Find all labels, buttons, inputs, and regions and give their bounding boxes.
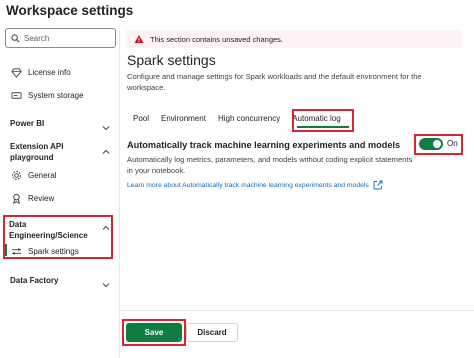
warning-text: This section contains unsaved changes.: [150, 34, 283, 44]
learn-more-link[interactable]: Learn more about Automatically track mac…: [127, 180, 383, 190]
sidebar-item-general[interactable]: General: [10, 169, 56, 181]
sidebar-item-system-storage[interactable]: System storage: [10, 89, 84, 101]
sidebar-item-license-info[interactable]: License info: [10, 66, 71, 78]
ribbon-icon: [10, 192, 22, 204]
sidebar-item-spark-settings[interactable]: Spark settings: [10, 245, 79, 257]
chevron-down-icon[interactable]: [102, 119, 110, 131]
search-input[interactable]: [24, 33, 114, 43]
chevron-up-icon[interactable]: [102, 143, 110, 154]
footer-divider: [120, 310, 474, 311]
sidebar-group-data-factory[interactable]: Data Factory: [10, 276, 58, 285]
discard-button[interactable]: Discard: [186, 323, 238, 342]
sidebar-group-extension-api[interactable]: Extension API playground: [10, 141, 64, 163]
warning-icon: [134, 34, 144, 44]
tab-pool[interactable]: Pool: [127, 113, 155, 133]
storage-icon: [10, 89, 22, 101]
sidebar-item-label: Review: [28, 193, 55, 203]
group-label-line2: playground: [10, 153, 54, 162]
sidebar-item-label: Spark settings: [28, 246, 79, 256]
active-indicator: [5, 244, 7, 256]
setting-description: Automatically log metrics, parameters, a…: [127, 155, 413, 175]
sidebar-group-power-bi[interactable]: Power BI: [10, 119, 44, 128]
sidebar-item-label: General: [28, 170, 57, 180]
sliders-icon: [10, 245, 22, 257]
section-description: Configure and manage settings for Spark …: [127, 72, 422, 92]
toggle-state-label: On: [447, 139, 458, 148]
link-text: Learn more about Automatically track mac…: [127, 181, 369, 189]
tab-environment[interactable]: Environment: [155, 113, 212, 133]
setting-title: Automatically track machine learning exp…: [127, 140, 401, 150]
chevron-down-icon[interactable]: [102, 276, 110, 288]
open-external-icon: [373, 180, 383, 190]
highlight-box-tab: [292, 109, 354, 132]
unsaved-changes-banner: This section contains unsaved changes.: [126, 30, 462, 48]
sidebar-item-label: License info: [28, 67, 71, 77]
group-label-line1: Data: [9, 220, 27, 229]
search-icon: [11, 33, 20, 43]
sidebar-divider: [119, 30, 120, 358]
group-label-line2: Engineering/Science: [9, 231, 88, 240]
chevron-up-icon[interactable]: [102, 219, 110, 230]
sidebar-item-label: System storage: [28, 90, 84, 100]
gear-icon: [10, 169, 22, 181]
auto-log-toggle[interactable]: [419, 138, 443, 150]
sidebar-group-data-engineering[interactable]: Data Engineering/Science: [9, 219, 88, 241]
search-box[interactable]: [5, 28, 116, 48]
sidebar-item-review[interactable]: Review: [10, 192, 54, 204]
toggle-knob: [433, 140, 441, 148]
diamond-icon: [10, 66, 22, 78]
tab-high-concurrency[interactable]: High concurrency: [212, 113, 286, 133]
page-title: Workspace settings: [6, 3, 134, 18]
group-label-line1: Extension API: [10, 142, 64, 151]
save-button[interactable]: Save: [126, 323, 182, 342]
section-title: Spark settings: [127, 52, 216, 68]
